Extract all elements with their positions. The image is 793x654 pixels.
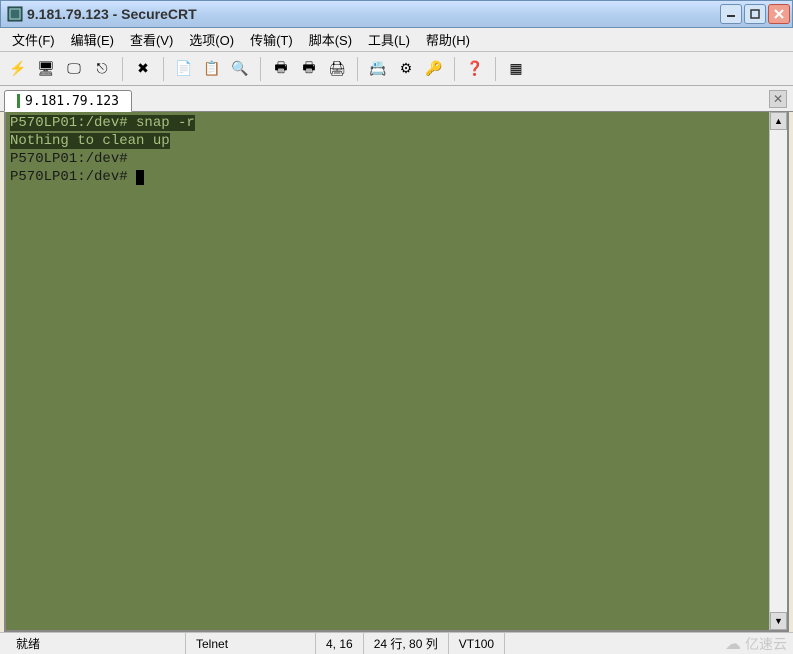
toolbar: ⚡🖥🖵⎋✖📄📋🔍🖶🖶🖨📇⚙🔑❓▦ xyxy=(0,52,793,86)
properties-icon[interactable]: 📇 xyxy=(366,57,390,81)
terminal-line: P570LP01:/dev# snap -r xyxy=(10,114,765,132)
titlebar: 9.181.79.123 - SecureCRT xyxy=(0,0,793,28)
quick-connect-icon[interactable]: ⚡ xyxy=(6,57,30,81)
menu-edit[interactable]: 编辑(E) xyxy=(65,28,120,51)
key-icon[interactable]: 🔑 xyxy=(422,57,446,81)
menu-file[interactable]: 文件(F) xyxy=(6,28,61,51)
status-size: 24 行, 80 列 xyxy=(364,633,449,654)
toggle-icon[interactable]: ▦ xyxy=(504,57,528,81)
toolbar-separator xyxy=(163,57,164,81)
status-protocol: Telnet xyxy=(186,633,316,654)
copy-icon[interactable]: 📄 xyxy=(172,57,196,81)
find-icon[interactable]: 🔍 xyxy=(228,57,252,81)
connect-icon[interactable]: 🖥 xyxy=(34,57,58,81)
tabbar: 9.181.79.123 ✕ xyxy=(0,86,793,112)
toolbar-separator xyxy=(495,57,496,81)
menu-options[interactable]: 选项(O) xyxy=(183,28,240,51)
toolbar-separator xyxy=(357,57,358,81)
print-selection-icon[interactable]: 🖶 xyxy=(297,57,321,81)
window-title: 9.181.79.123 - SecureCRT xyxy=(27,6,720,22)
cloud-icon: ☁ xyxy=(725,634,741,654)
minimize-button[interactable] xyxy=(720,4,742,24)
help-icon[interactable]: ❓ xyxy=(463,57,487,81)
app-icon xyxy=(7,6,23,22)
toolbar-separator xyxy=(122,57,123,81)
status-ready: 就绪 xyxy=(6,633,186,654)
terminal-cursor xyxy=(136,170,144,185)
menu-view[interactable]: 查看(V) xyxy=(124,28,179,51)
disconnect-icon[interactable]: ⎋ xyxy=(90,57,114,81)
watermark: ☁ 亿速云 xyxy=(725,634,787,654)
terminal-line: P570LP01:/dev# xyxy=(10,168,765,186)
scroll-up-button[interactable]: ▲ xyxy=(770,112,787,130)
paste-icon[interactable]: 📋 xyxy=(200,57,224,81)
terminal-line: P570LP01:/dev# xyxy=(10,150,765,168)
options-icon[interactable]: ⚙ xyxy=(394,57,418,81)
terminal-line: Nothing to clean up xyxy=(10,132,765,150)
menu-script[interactable]: 脚本(S) xyxy=(303,28,358,51)
tab-close-button[interactable]: ✕ xyxy=(769,90,787,108)
tab-label: 9.181.79.123 xyxy=(25,94,119,109)
window-buttons xyxy=(720,4,790,24)
menubar: 文件(F) 编辑(E) 查看(V) 选项(O) 传输(T) 脚本(S) 工具(L… xyxy=(0,28,793,52)
print-screen-icon[interactable]: 🖶 xyxy=(269,57,293,81)
maximize-button[interactable] xyxy=(744,4,766,24)
menu-transfer[interactable]: 传输(T) xyxy=(244,28,299,51)
scroll-down-button[interactable]: ▼ xyxy=(770,612,787,630)
watermark-text: 亿速云 xyxy=(745,634,787,654)
terminal-container: P570LP01:/dev# snap -rNothing to clean u… xyxy=(4,112,789,632)
toolbar-separator xyxy=(260,57,261,81)
session-tab[interactable]: 9.181.79.123 xyxy=(4,90,132,112)
close-button[interactable] xyxy=(768,4,790,24)
vertical-scrollbar[interactable]: ▲ ▼ xyxy=(769,112,787,630)
delete-icon[interactable]: ✖ xyxy=(131,57,155,81)
toolbar-separator xyxy=(454,57,455,81)
status-cursor-pos: 4, 16 xyxy=(316,633,364,654)
menu-help[interactable]: 帮助(H) xyxy=(420,28,476,51)
menu-tools[interactable]: 工具(L) xyxy=(362,28,416,51)
terminal[interactable]: P570LP01:/dev# snap -rNothing to clean u… xyxy=(6,112,769,630)
reconnect-icon[interactable]: 🖵 xyxy=(62,57,86,81)
tab-status-indicator xyxy=(17,94,20,108)
print-icon[interactable]: 🖨 xyxy=(325,57,349,81)
status-emulation: VT100 xyxy=(449,633,505,654)
scroll-track[interactable] xyxy=(770,130,787,612)
statusbar: 就绪 Telnet 4, 16 24 行, 80 列 VT100 ☁ 亿速云 xyxy=(0,632,793,654)
